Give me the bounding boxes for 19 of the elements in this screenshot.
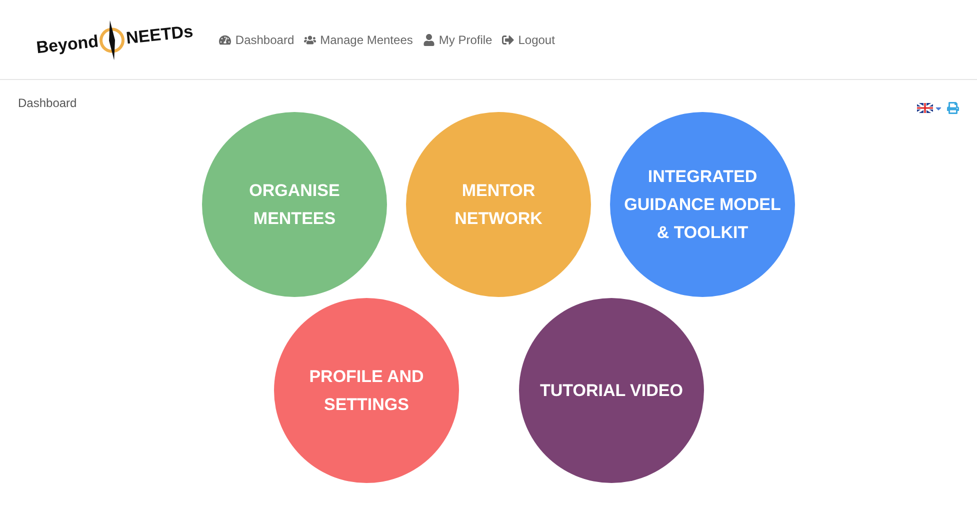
- users-icon: [304, 34, 316, 46]
- dashboard-tile[interactable]: INTEGRATED GUIDANCE MODEL & TOOLKIT: [610, 112, 795, 297]
- print-icon: [947, 102, 959, 114]
- flag-icon: [917, 103, 933, 113]
- logo-text: Beyond: [35, 30, 100, 59]
- language-dropdown[interactable]: [917, 103, 943, 113]
- logout-icon: [502, 34, 514, 46]
- nav-link[interactable]: Logout: [502, 30, 555, 48]
- user-icon: [422, 34, 435, 46]
- dashboard-tile[interactable]: TUTORIAL VIDEO: [519, 298, 704, 483]
- print-button[interactable]: [947, 102, 959, 114]
- breadcrumb: Dashboard: [18, 95, 77, 112]
- nav-link[interactable]: Dashboard: [219, 30, 294, 48]
- nav-link[interactable]: Manage Mentees: [304, 30, 413, 48]
- dashboard-tile[interactable]: PROFILE AND SETTINGS: [274, 298, 459, 483]
- gauge-icon: [219, 34, 232, 46]
- logo[interactable]: Beyond NEETDs: [34, 9, 196, 70]
- nav-link[interactable]: My Profile: [422, 30, 492, 48]
- logo-text: NEETDs: [124, 20, 194, 50]
